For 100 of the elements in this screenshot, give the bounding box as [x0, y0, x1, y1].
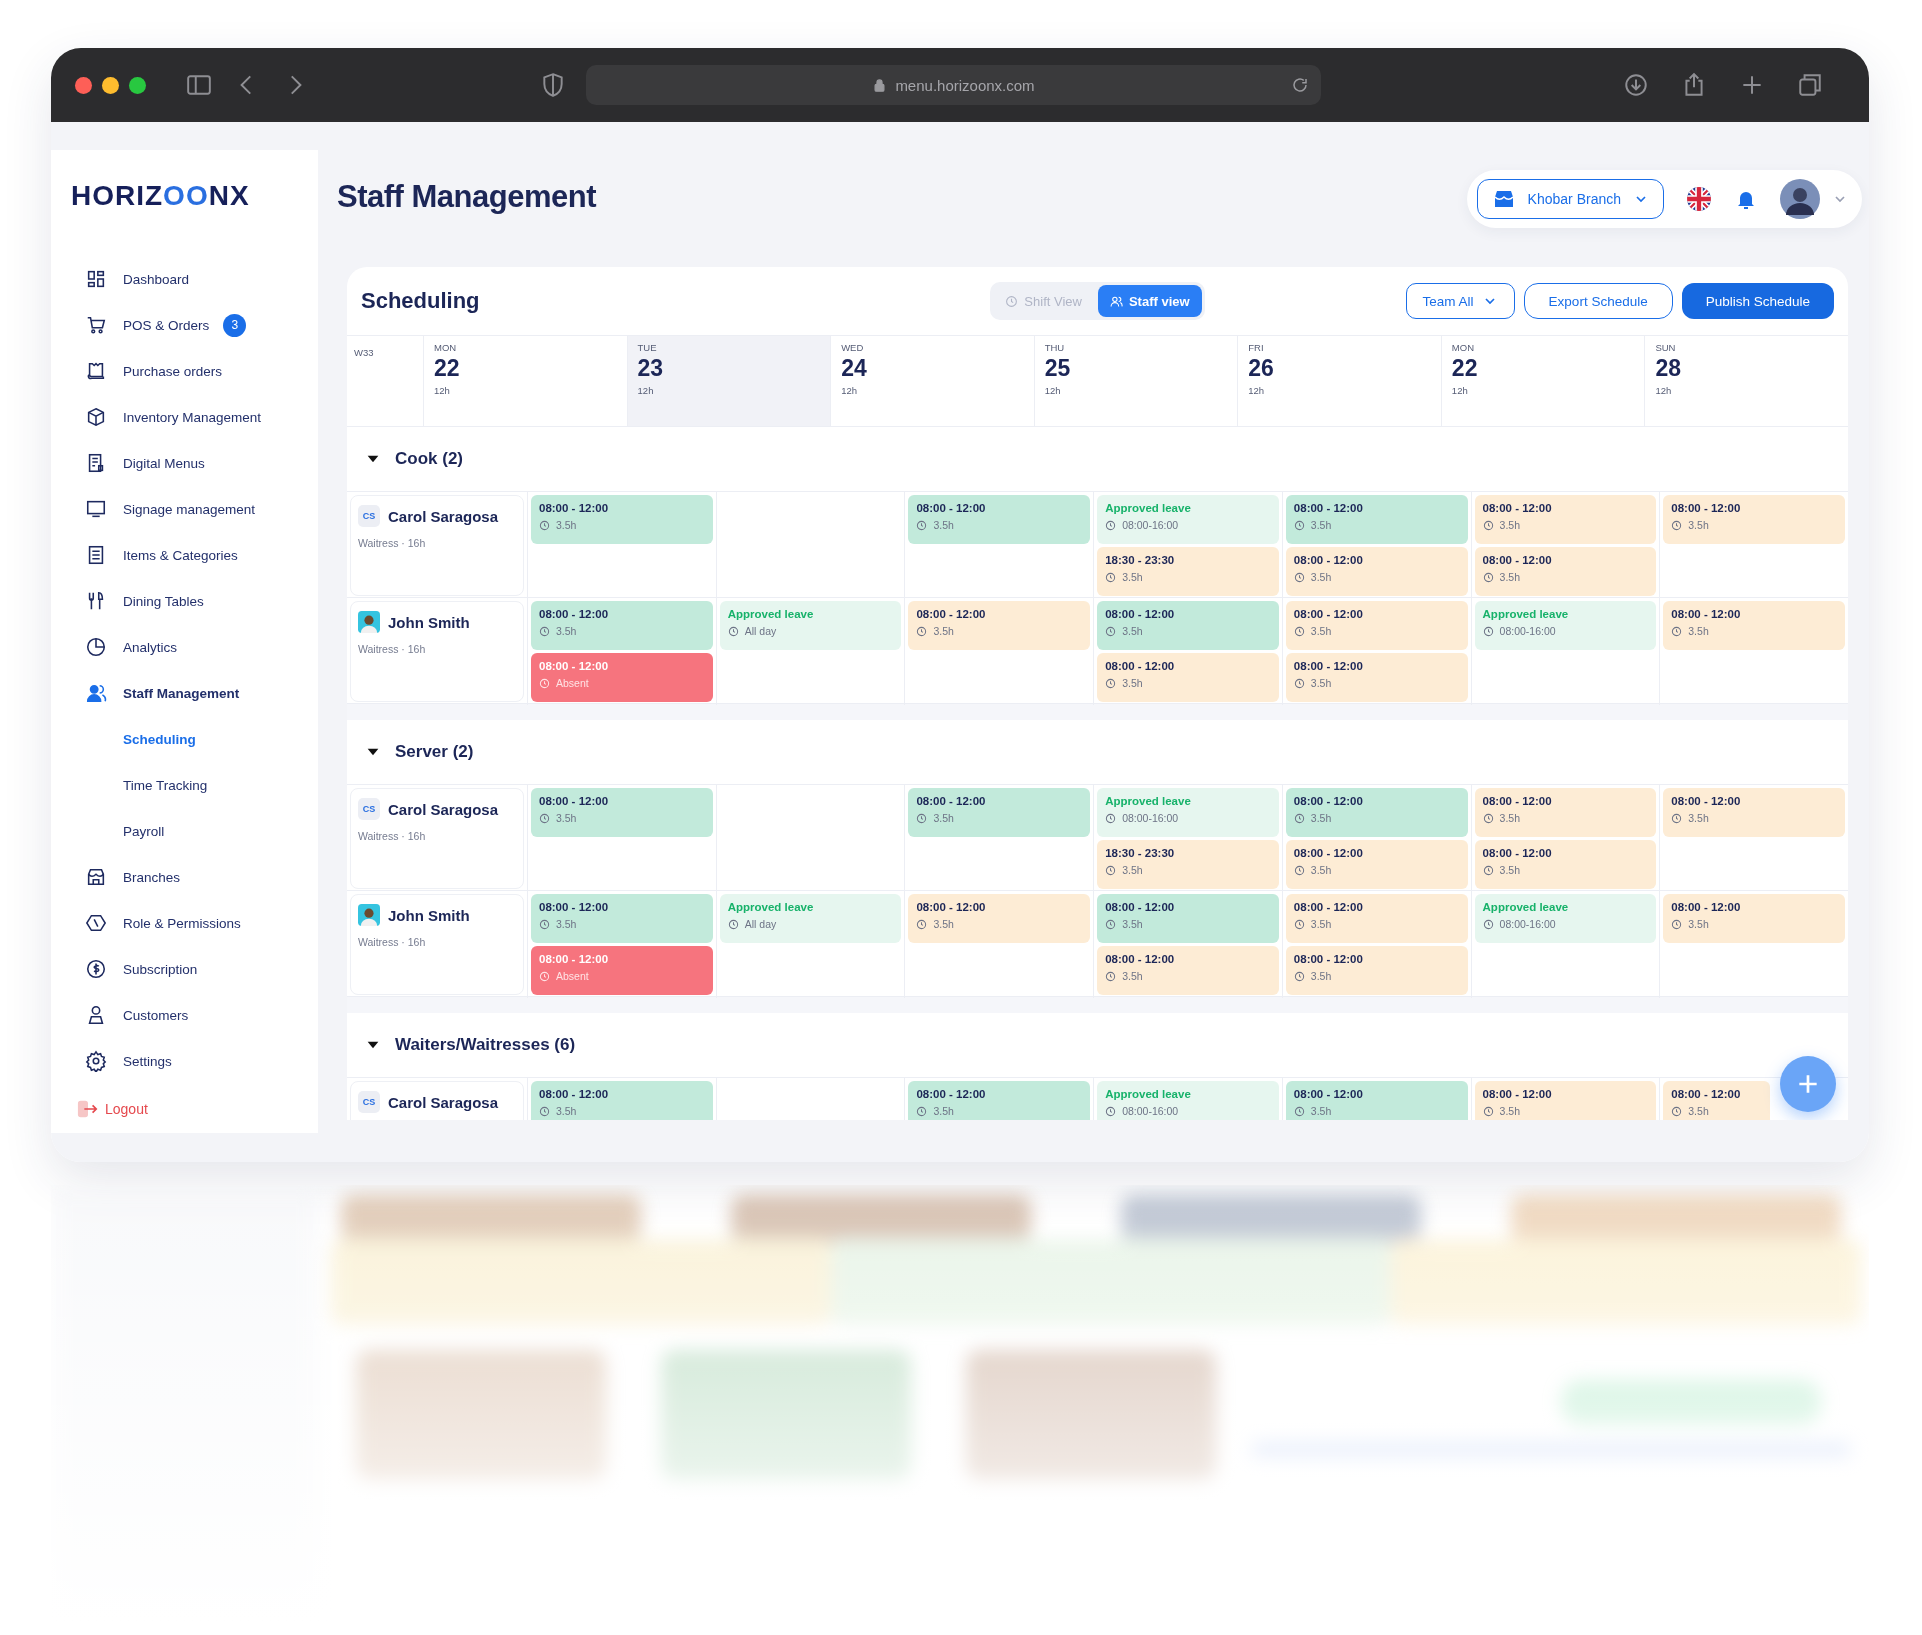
day-header[interactable]: THU 25 12h — [1033, 336, 1238, 426]
sidebar-subitem[interactable]: Payroll — [51, 808, 318, 854]
hours-label: 12h — [1655, 385, 1673, 396]
shift-card[interactable]: 08:00 - 12:00 3.5h — [1663, 495, 1845, 544]
sidebar-item-label: Staff Management — [123, 685, 240, 701]
leave-card[interactable]: Approved leave 08:00-16:00 — [1097, 495, 1279, 544]
shift-card[interactable]: 08:00 - 12:00 3.5h — [1097, 946, 1279, 995]
day-header[interactable]: MON 22 12h — [423, 336, 627, 426]
sidebar-subitem[interactable]: Scheduling — [51, 716, 318, 762]
reload-icon[interactable] — [1291, 76, 1309, 94]
sidebar-toggle-icon[interactable] — [186, 72, 212, 98]
leave-card[interactable]: Approved leave 08:00-16:00 — [1474, 601, 1657, 650]
add-button[interactable] — [1780, 1056, 1836, 1112]
sidebar-item[interactable]: Branches — [51, 854, 318, 900]
day-header[interactable]: FRI 26 12h — [1237, 336, 1441, 426]
branch-dropdown[interactable]: Khobar Branch — [1476, 179, 1664, 219]
export-button[interactable]: Export Schedule — [1523, 283, 1673, 319]
shift-card[interactable]: 08:00 - 12:00 3.5h — [1285, 495, 1468, 544]
sidebar-item[interactable]: Signage management — [51, 486, 318, 532]
logout-link[interactable]: Logout — [51, 1098, 318, 1120]
shift-title: 08:00 - 12:00 — [916, 1088, 987, 1100]
day-header[interactable]: MON 22 12h — [1440, 336, 1645, 426]
clock-icon — [1293, 1105, 1305, 1117]
leave-card[interactable]: Approved leave 08:00-16:00 — [1474, 894, 1657, 943]
shift-card[interactable]: 08:00 - 12:00 3.5h — [1285, 601, 1468, 650]
shift-title: Approved leave — [1482, 608, 1570, 620]
flag-icon[interactable] — [1686, 186, 1712, 212]
maximize-window-button[interactable] — [129, 76, 146, 94]
shift-card[interactable]: 08:00 - 12:00 3.5h — [1097, 653, 1279, 702]
shift-card[interactable]: 08:00 - 12:00 3.5h — [531, 788, 713, 837]
shift-title: 08:00 - 12:00 — [539, 608, 610, 620]
shift-card[interactable]: 08:00 - 12:00 3.5h — [1097, 894, 1279, 943]
sidebar-item[interactable]: POS & Orders 3 — [51, 302, 318, 348]
sidebar-item[interactable]: Inventory Management — [51, 394, 318, 440]
shift-card[interactable]: 08:00 - 12:00 3.5h — [1285, 788, 1468, 837]
shift-card[interactable]: 08:00 - 12:00 3.5h — [1285, 547, 1468, 596]
sidebar-item[interactable]: Digital Menus — [51, 440, 318, 486]
minimize-window-button[interactable] — [102, 76, 119, 94]
shift-card[interactable]: 08:00 - 12:00 3.5h — [1474, 840, 1657, 889]
sidebar-item-label: Role & Permissions — [123, 915, 241, 931]
sidebar-item[interactable]: Purchase orders — [51, 348, 318, 394]
shift-card[interactable]: 08:00 - 12:00 3.5h — [1285, 946, 1468, 995]
sidebar-item[interactable]: Customers — [51, 992, 318, 1038]
shift-card[interactable]: 08:00 - 12:00 3.5h — [1285, 894, 1468, 943]
view-tab[interactable]: Staff view — [1097, 285, 1202, 317]
shift-detail: 08:00-16:00 — [1122, 1105, 1179, 1117]
shift-card[interactable]: 08:00 - 12:00 3.5h — [1474, 788, 1657, 837]
sidebar-item[interactable]: Staff Management — [51, 670, 318, 716]
shift-card[interactable]: 08:00 - 12:00 3.5h — [908, 1081, 1091, 1120]
leave-card[interactable]: Approved leave 08:00-16:00 — [1097, 788, 1279, 837]
shift-card[interactable]: 08:00 - 12:00 3.5h — [1474, 1081, 1657, 1120]
shift-card[interactable]: 08:00 - 12:00 3.5h — [531, 894, 713, 943]
sidebar-item-label: Digital Menus — [123, 455, 205, 471]
shift-card[interactable]: 08:00 - 12:00 3.5h — [1285, 653, 1468, 702]
shift-card[interactable]: 08:00 - 12:00 3.5h — [531, 495, 713, 544]
sidebar-item[interactable]: Settings — [51, 1038, 318, 1084]
sidebar-item[interactable]: Analytics — [51, 624, 318, 670]
close-window-button[interactable] — [75, 76, 92, 94]
shift-card[interactable]: 08:00 - 12:00 3.5h — [908, 894, 1091, 943]
shift-card[interactable]: 08:00 - 12:00 3.5h — [1663, 894, 1845, 943]
shift-card[interactable]: 08:00 - 12:00 3.5h — [1285, 1081, 1468, 1120]
shift-card[interactable]: 18:30 - 23:30 3.5h — [1097, 840, 1279, 889]
user-avatar[interactable] — [1780, 179, 1820, 219]
day-header[interactable]: WED 24 12h — [830, 336, 1034, 426]
sidebar-item[interactable]: Dashboard — [51, 256, 318, 302]
shift-title: 08:00 - 12:00 — [1105, 608, 1176, 620]
shift-card[interactable]: 08:00 - 12:00 3.5h — [1097, 601, 1279, 650]
hours-label: 12h — [434, 385, 451, 396]
shift-card[interactable]: 08:00 - 12:00 3.5h — [1663, 788, 1845, 837]
shift-card[interactable]: 08:00 - 12:00 3.5h — [1663, 601, 1845, 650]
shift-title: 08:00 - 12:00 — [1293, 953, 1364, 965]
weekday-label: THU — [1044, 342, 1066, 353]
sidebar-item[interactable]: Subscription — [51, 946, 318, 992]
shift-card[interactable]: 18:30 - 23:30 3.5h — [1097, 547, 1279, 596]
shift-card[interactable]: 08:00 - 12:00 3.5h — [908, 495, 1091, 544]
team-filter-dropdown[interactable]: Team All — [1405, 283, 1515, 319]
shift-card[interactable]: 08:00 - 12:00 3.5h — [1474, 495, 1657, 544]
shift-card[interactable]: 08:00 - 12:00 3.5h — [1474, 547, 1657, 596]
shift-card[interactable]: 08:00 - 12:00 3.5h — [531, 601, 713, 650]
sidebar-subitem[interactable]: Time Tracking — [51, 762, 318, 808]
address-bar[interactable]: menu.horizoonx.com — [586, 65, 1321, 105]
download-icon[interactable] — [1623, 72, 1649, 98]
leave-card[interactable]: Approved leave All day — [719, 894, 902, 943]
shift-detail: 3.5h — [933, 812, 954, 824]
shift-card[interactable]: 08:00 - 12:00 3.5h — [531, 1081, 713, 1120]
day-header[interactable]: TUE 23 12h — [626, 336, 831, 426]
shield-icon[interactable] — [540, 72, 566, 98]
shift-card[interactable]: 08:00 - 12:00 3.5h — [908, 601, 1091, 650]
day-header[interactable]: SUN 28 12h — [1644, 336, 1848, 426]
shift-card[interactable]: 08:00 - 12:00 3.5h — [1663, 1081, 1770, 1120]
publish-button[interactable]: Publish Schedule — [1681, 283, 1834, 319]
tabs-icon[interactable] — [1797, 72, 1823, 98]
sidebar-item[interactable]: Items & Categories — [51, 532, 318, 578]
sidebar-item[interactable]: Role & Permissions — [51, 900, 318, 946]
shift-card[interactable]: 08:00 - 12:00 3.5h — [1285, 840, 1468, 889]
leave-card[interactable]: Approved leave 08:00-16:00 — [1097, 1081, 1279, 1120]
leave-card[interactable]: Approved leave All day — [719, 601, 902, 650]
sidebar-item[interactable]: Dining Tables — [51, 578, 318, 624]
shift-card[interactable]: 08:00 - 12:00 3.5h — [908, 788, 1091, 837]
avatar — [358, 904, 380, 926]
